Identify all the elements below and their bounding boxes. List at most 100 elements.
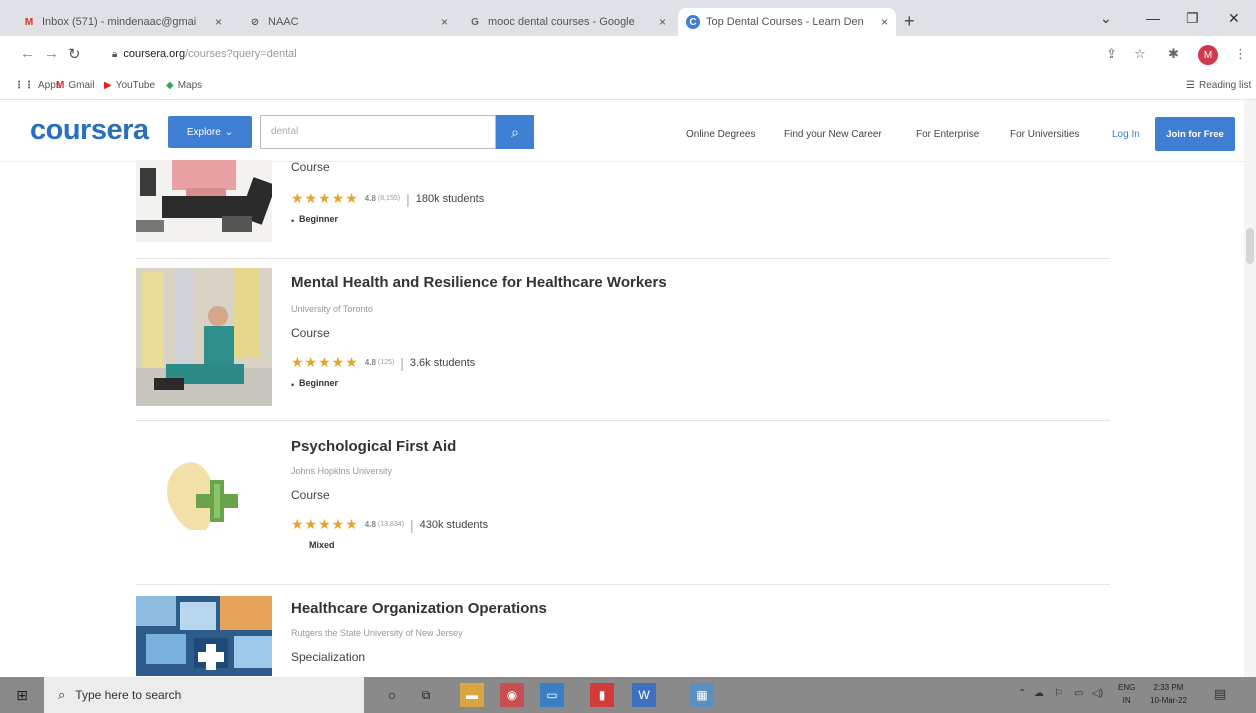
course-level: Beginner: [299, 214, 339, 224]
course-card[interactable]: Psychological First Aid Johns Hopkins Un…: [136, 434, 1110, 574]
close-window-icon[interactable]: ✕: [1228, 10, 1240, 27]
bookmark-maps[interactable]: ◆ Maps: [166, 80, 202, 91]
weather-icon[interactable]: ☁: [1034, 688, 1044, 699]
bookmark-gmail[interactable]: M Gmail: [56, 80, 94, 91]
rating-count: (13,834): [377, 521, 404, 528]
language-indicator[interactable]: ENG IN: [1118, 681, 1135, 707]
course-type: Course: [291, 488, 330, 502]
new-tab-button[interactable]: +: [904, 12, 915, 30]
tab-title: NAAC: [268, 16, 299, 28]
join-for-free-button[interactable]: Join for Free: [1155, 117, 1235, 151]
course-level: Beginner: [299, 378, 339, 388]
system-clock[interactable]: 2:33 PM 10-Mar-22: [1150, 681, 1187, 707]
divider: [136, 420, 1110, 421]
course-partner: Rutgers the State University of New Jers…: [291, 628, 463, 638]
share-icon[interactable]: ⇪: [1106, 46, 1117, 62]
rating-count: (125): [377, 359, 395, 366]
course-thumbnail[interactable]: [136, 596, 272, 676]
tab-title: Inbox (571) - mindenaac@gmai: [42, 16, 197, 28]
chrome-icon[interactable]: ◉: [500, 683, 524, 707]
tab-naac[interactable]: ⊘ NAAC ×: [240, 8, 456, 36]
pdf-reader-icon[interactable]: ▮: [590, 683, 614, 707]
tab-coursera[interactable]: C Top Dental Courses - Learn Den ×: [678, 8, 896, 36]
course-partner: Johns Hopkins University: [291, 466, 393, 476]
taskbar-search-placeholder: Type here to search: [75, 688, 182, 702]
address-bar[interactable]: 🔒︎ coursera.org/courses?query=dental: [112, 42, 1072, 66]
security-icon[interactable]: ⚐: [1054, 688, 1063, 699]
tray-chevron-icon[interactable]: ⌃: [1018, 688, 1026, 699]
file-explorer-icon[interactable]: ▬: [460, 683, 484, 707]
tab-title: mooc dental courses - Google: [488, 16, 635, 28]
start-button[interactable]: ⊞: [0, 677, 44, 713]
rating-value: 4.8: [364, 358, 376, 367]
menu-icon[interactable]: ⋮: [1234, 46, 1247, 62]
bookmarks-bar: ⋮⋮ Apps M Gmail ▶ YouTube ◆ Maps ☰ Readi…: [0, 72, 1256, 100]
bookmark-youtube[interactable]: ▶ YouTube: [104, 80, 155, 91]
tab-search-icon[interactable]: ⌄: [1100, 10, 1112, 27]
close-icon[interactable]: ×: [881, 15, 888, 29]
close-icon[interactable]: ×: [215, 15, 222, 29]
bookmark-apps[interactable]: ⋮⋮ Apps: [14, 80, 61, 91]
coursera-logo[interactable]: coursera: [30, 114, 149, 147]
language-code: ENG: [1118, 683, 1136, 692]
tab-title: Top Dental Courses - Learn Den: [706, 16, 864, 28]
bookmark-label: Maps: [177, 80, 203, 91]
course-thumbnail[interactable]: [136, 434, 272, 572]
enrollment-count: 430k students: [419, 518, 489, 531]
photos-icon[interactable]: ▦: [690, 683, 714, 707]
back-icon[interactable]: ←: [20, 45, 35, 62]
notifications-icon[interactable]: ▤: [1214, 686, 1226, 702]
google-icon: G: [471, 16, 479, 28]
gmail-icon: M: [24, 16, 34, 28]
page-scrollbar[interactable]: [1244, 100, 1256, 677]
reload-icon[interactable]: ↻: [68, 45, 81, 63]
volume-icon[interactable]: ◁): [1092, 688, 1103, 699]
login-link[interactable]: Log In: [1112, 129, 1140, 140]
bookmark-label: YouTube: [115, 80, 155, 91]
network-icon[interactable]: ▭: [1074, 688, 1083, 699]
profile-avatar[interactable]: M: [1198, 45, 1218, 65]
taskbar-search[interactable]: ⌕ Type here to search: [44, 677, 364, 713]
coursera-icon: C: [686, 15, 700, 29]
maps-icon: ◆: [166, 80, 174, 91]
course-thumbnail[interactable]: [136, 160, 272, 242]
cortana-icon[interactable]: ○: [380, 683, 404, 707]
enrollment-count: 3.6k students: [409, 356, 476, 369]
forward-icon[interactable]: →: [44, 45, 59, 62]
restore-icon[interactable]: ❐: [1186, 10, 1199, 27]
rating-value: 4.8: [364, 520, 376, 529]
tab-google-search[interactable]: G mooc dental courses - Google ×: [460, 8, 674, 36]
word-icon[interactable]: W: [632, 683, 656, 707]
scrollbar-thumb[interactable]: [1246, 228, 1254, 264]
reading-list[interactable]: ☰ Reading list: [1186, 80, 1251, 91]
divider: [136, 584, 1110, 585]
minimize-icon[interactable]: —: [1146, 10, 1160, 26]
browser-toolbar: ← → ↻ 🔒︎ coursera.org/courses?query=dent…: [0, 36, 1256, 72]
separator: |: [400, 354, 404, 371]
bookmark-star-icon[interactable]: ☆: [1134, 46, 1146, 62]
task-view-icon[interactable]: ⧉: [414, 683, 438, 707]
windows-taskbar: ⊞ ⌕ Type here to search ○ ⧉ ▬ ◉ ▭ ▮ W ▦ …: [0, 677, 1256, 713]
course-title[interactable]: Healthcare Organization Operations: [291, 600, 547, 617]
lock-icon: 🔒︎: [112, 48, 118, 60]
rating-stars-icon: ★★★★★: [291, 516, 359, 532]
close-icon[interactable]: ×: [441, 15, 448, 29]
extensions-icon[interactable]: ✱: [1168, 46, 1179, 62]
course-title[interactable]: Psychological First Aid: [291, 438, 456, 455]
course-card[interactable]: Mental Health and Resilience for Healthc…: [136, 268, 1110, 408]
course-title[interactable]: Mental Health and Resilience for Healthc…: [291, 274, 667, 291]
app-icon[interactable]: ▭: [540, 683, 564, 707]
rating-count: (8,155): [377, 195, 401, 202]
close-icon[interactable]: ×: [659, 15, 666, 29]
course-card[interactable]: Healthcare Organization Operations Rutge…: [136, 596, 1110, 676]
course-rating: ★★★★★ 4.8 (8,155) | 180k students: [291, 190, 484, 207]
tab-gmail[interactable]: M Inbox (571) - mindenaac@gmai ×: [14, 8, 230, 36]
apps-grid-icon: ⋮⋮: [14, 80, 34, 91]
divider: [136, 258, 1110, 259]
course-type: Course: [291, 326, 330, 340]
course-thumbnail[interactable]: [136, 268, 272, 406]
bullet-icon: •: [291, 380, 295, 390]
reading-list-icon: ☰: [1186, 80, 1195, 91]
course-card[interactable]: Course ★★★★★ 4.8 (8,155) | 180k students…: [136, 104, 1110, 244]
windows-logo-icon: ⊞: [16, 686, 28, 703]
